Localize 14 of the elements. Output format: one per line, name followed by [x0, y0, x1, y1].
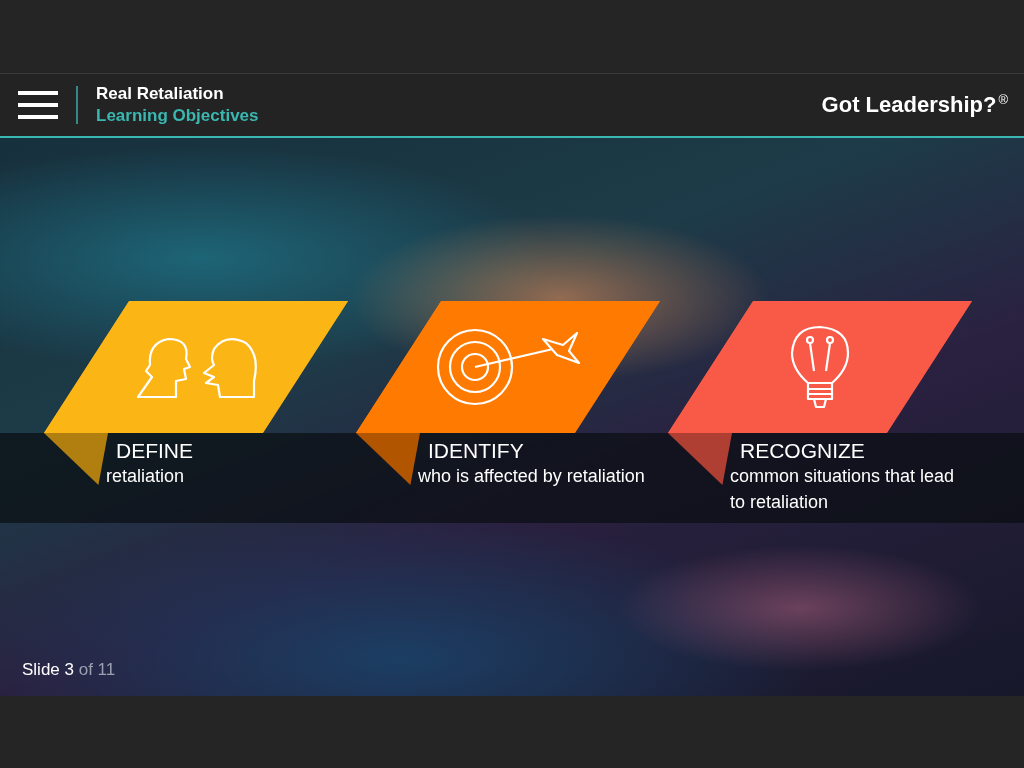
objective-text: who is affected by retaliation [418, 465, 646, 488]
section-title: Learning Objectives [96, 106, 260, 126]
objective-heading: IDENTIFY [428, 439, 525, 463]
objective-heading: DEFINE [116, 439, 194, 463]
brand-title: Got Leadership?$^{®}$ [821, 91, 1008, 119]
objective-heading: RECOGNIZE [740, 439, 866, 463]
course-title: Real Retaliation [96, 84, 225, 104]
light-bulb-icon [788, 325, 852, 409]
target-arrow-icon [435, 327, 581, 407]
slide-counter: Slide 3 of 11 [22, 660, 116, 680]
objective-text: common situations that lead to retaliation [730, 465, 956, 514]
menu-button[interactable] [18, 91, 58, 119]
objective-text: retaliation [106, 465, 186, 488]
two-heads-icon [134, 335, 258, 399]
